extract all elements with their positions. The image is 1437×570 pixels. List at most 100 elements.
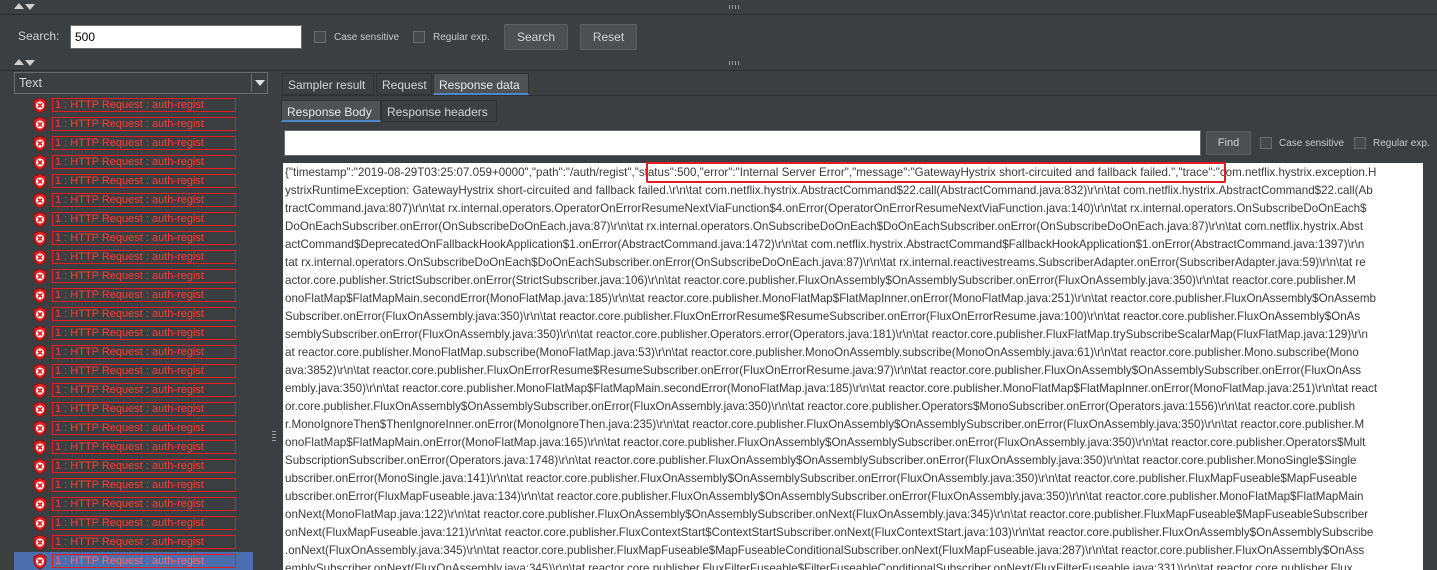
tree-item[interactable]: 1 : HTTP Request : auth-regist (14, 305, 253, 324)
tree-item[interactable]: 1 : HTTP Request : auth-regist (14, 438, 253, 457)
tree-item[interactable]: 1 : HTTP Request : auth-regist (14, 514, 253, 533)
error-shield-icon (32, 173, 48, 193)
error-shield-icon (32, 287, 48, 307)
tree-item[interactable]: 1 : HTTP Request : auth-regist (14, 533, 253, 552)
tree-item[interactable]: 1 : HTTP Request : auth-regist (14, 286, 253, 305)
response-line: tat rx.internal.operators.OnSubscribeDoO… (285, 256, 1366, 269)
response-line: semblySubscriber.onError(FluxOnAssembly.… (285, 328, 1368, 341)
error-shield-icon (32, 211, 48, 231)
response-line: at reactor.core.publisher.MonoFlatMap.su… (285, 346, 1359, 359)
renderer-select-label: Text (19, 76, 42, 90)
tree-item-label: 1 : HTTP Request : auth-regist (52, 212, 236, 226)
search-button[interactable]: Search (504, 24, 568, 50)
response-line: .onNext(FluxOnAssembly.java:345)\r\n\tat… (285, 544, 1365, 557)
tree-item[interactable]: 1 : HTTP Request : auth-regist (14, 400, 253, 419)
response-line: onNext(FluxMapFuseable.java:121)\r\n\tat… (285, 526, 1374, 539)
response-line: actor.core.publisher.StrictSubscriber.on… (285, 274, 1356, 287)
error-shield-icon (32, 515, 48, 535)
response-scrollbar[interactable] (1423, 163, 1437, 570)
reset-button[interactable]: Reset (580, 24, 637, 50)
vertical-splitter[interactable] (268, 72, 280, 570)
tree-scrollbar[interactable] (254, 96, 268, 570)
tree-item-label: 1 : HTTP Request : auth-regist (52, 288, 236, 302)
tree-item[interactable]: 1 : HTTP Request : auth-regist (14, 96, 253, 115)
response-line: onNext(MonoFlatMap.java:122)\r\n\tat rea… (285, 508, 1369, 521)
collapse-up-icon[interactable] (14, 3, 24, 9)
tree-item-label: 1 : HTTP Request : auth-regist (52, 193, 236, 207)
middle-splitter[interactable] (0, 57, 1437, 71)
find-regex-checkbox[interactable] (1354, 137, 1366, 149)
tab-response-data[interactable]: Response data (433, 73, 529, 95)
tree-item-label: 1 : HTTP Request : auth-regist (52, 459, 236, 473)
tree-item[interactable]: 1 : HTTP Request : auth-regist (14, 343, 253, 362)
tree-item[interactable]: 1 : HTTP Request : auth-regist (14, 115, 253, 134)
subtab-response-headers[interactable]: Response headers (381, 100, 497, 122)
tree-item-label: 1 : HTTP Request : auth-regist (52, 535, 236, 549)
response-line: ubscriber.onError(MonoSingle.java:141)\r… (285, 472, 1358, 485)
error-shield-icon (32, 439, 48, 459)
tree-item-label: 1 : HTTP Request : auth-regist (52, 516, 236, 530)
tree-item[interactable]: 1 : HTTP Request : auth-regist (14, 153, 253, 172)
chevron-down-icon[interactable] (255, 80, 265, 86)
find-button[interactable]: Find (1206, 131, 1251, 155)
response-line: ystrixRuntimeException: GatewayHystrix s… (285, 184, 1373, 197)
error-shield-icon (32, 192, 48, 212)
error-shield-icon (32, 553, 48, 570)
tree-item[interactable]: 1 : HTTP Request : auth-regist (14, 552, 253, 570)
tree-item[interactable]: 1 : HTTP Request : auth-regist (14, 495, 253, 514)
error-shield-icon (32, 306, 48, 326)
error-shield-icon (32, 344, 48, 364)
find-case-sensitive-label: Case sensitive (1279, 138, 1345, 149)
error-shield-icon (32, 382, 48, 402)
tree-item[interactable]: 1 : HTTP Request : auth-regist (14, 381, 253, 400)
tab-sampler-result[interactable]: Sampler result (282, 73, 374, 95)
tree-item-label: 1 : HTTP Request : auth-regist (52, 478, 236, 492)
results-tree[interactable]: 1 : HTTP Request : auth-regist 1 : HTTP R… (14, 96, 254, 570)
tab-request[interactable]: Request (376, 73, 432, 95)
error-shield-icon (32, 154, 48, 174)
response-line: ava:3852)\r\n\tat reactor.core.publisher… (285, 364, 1362, 377)
tree-item[interactable]: 1 : HTTP Request : auth-regist (14, 210, 253, 229)
renderer-select[interactable]: Text (14, 72, 268, 94)
subtab-response-body[interactable]: Response Body (281, 100, 381, 122)
case-sensitive-checkbox[interactable] (314, 31, 326, 43)
expand-down-icon[interactable] (25, 4, 35, 10)
response-line: emblySubscriber.onNext(FluxOnAssembly.ja… (285, 562, 1353, 570)
tree-item-label: 1 : HTTP Request : auth-regist (52, 250, 236, 264)
error-shield-icon (32, 268, 48, 288)
tree-item[interactable]: 1 : HTTP Request : auth-regist (14, 191, 253, 210)
tree-item[interactable]: 1 : HTTP Request : auth-regist (14, 419, 253, 438)
tree-item[interactable]: 1 : HTTP Request : auth-regist (14, 362, 253, 381)
error-shield-icon (32, 420, 48, 440)
tree-item[interactable]: 1 : HTTP Request : auth-regist (14, 457, 253, 476)
tree-item[interactable]: 1 : HTTP Request : auth-regist (14, 134, 253, 153)
top-splitter[interactable] (0, 0, 1437, 15)
expand-down-icon[interactable] (25, 60, 35, 66)
find-case-sensitive-checkbox[interactable] (1260, 137, 1272, 149)
error-shield-icon (32, 230, 48, 250)
tree-item-label: 1 : HTTP Request : auth-regist (52, 155, 236, 169)
collapse-up-icon[interactable] (14, 59, 24, 65)
case-sensitive-label: Case sensitive (334, 32, 400, 43)
tree-item-label: 1 : HTTP Request : auth-regist (52, 364, 236, 378)
error-shield-icon (32, 534, 48, 554)
search-label: Search: (18, 29, 60, 43)
search-input[interactable] (70, 25, 302, 49)
error-shield-icon (32, 363, 48, 383)
tree-item[interactable]: 1 : HTTP Request : auth-regist (14, 172, 253, 191)
find-input[interactable] (284, 130, 1201, 156)
splitter-grip-icon (729, 5, 741, 9)
response-body-text[interactable]: {"timestamp":"2019-08-29T03:25:07.059+00… (283, 163, 1423, 570)
response-line: onoFlatMap$FlatMapMain.secondError(MonoF… (285, 292, 1376, 305)
tree-item-label: 1 : HTTP Request : auth-regist (52, 402, 236, 416)
tree-item[interactable]: 1 : HTTP Request : auth-regist (14, 324, 253, 343)
splitter-grip-icon (729, 61, 741, 65)
tree-item[interactable]: 1 : HTTP Request : auth-regist (14, 267, 253, 286)
regex-checkbox[interactable] (413, 31, 425, 43)
tree-item[interactable]: 1 : HTTP Request : auth-regist (14, 248, 253, 267)
tree-item[interactable]: 1 : HTTP Request : auth-regist (14, 229, 253, 248)
tree-item-label: 1 : HTTP Request : auth-regist (52, 117, 236, 131)
error-shield-icon (32, 401, 48, 421)
tree-item-label: 1 : HTTP Request : auth-regist (52, 326, 236, 340)
tree-item[interactable]: 1 : HTTP Request : auth-regist (14, 476, 253, 495)
